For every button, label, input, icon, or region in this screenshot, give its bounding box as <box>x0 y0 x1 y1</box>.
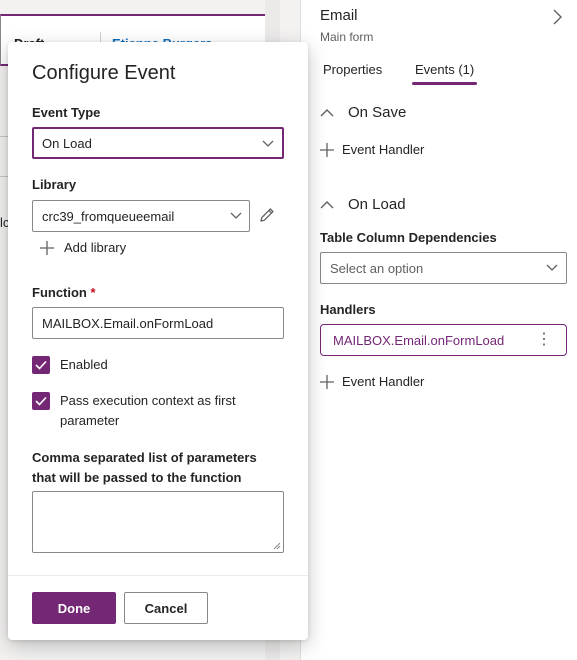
on-save-heading: On Save <box>348 104 407 121</box>
add-event-handler-on-load[interactable]: Event Handler <box>320 374 424 389</box>
parameters-label: Comma separated list of parameters that … <box>32 450 257 485</box>
divider <box>0 136 8 137</box>
event-type-select[interactable]: On Load <box>32 127 284 159</box>
event-type-value: On Load <box>42 136 92 151</box>
on-load-heading: On Load <box>348 196 406 213</box>
chevron-down-icon <box>230 212 242 219</box>
configure-event-dialog: Configure Event Event Type On Load Libra… <box>8 42 308 640</box>
dependencies-label: Table Column Dependencies <box>320 230 497 245</box>
footer-divider <box>8 575 308 576</box>
handler-name: MAILBOX.Email.onFormLoad <box>333 333 505 348</box>
add-handler-label: Event Handler <box>342 374 425 389</box>
parameters-textarea[interactable] <box>32 491 284 553</box>
chevron-right-icon[interactable] <box>551 8 563 26</box>
dependencies-placeholder: Select an option <box>330 261 424 276</box>
handlers-label: Handlers <box>320 302 376 317</box>
pass-context-checkbox-row[interactable]: Pass execution context as first paramete… <box>32 391 260 431</box>
panel-title: Email <box>320 7 358 24</box>
panel-subtitle: Main form <box>320 30 374 44</box>
library-select[interactable]: crc39_fromqueueemail <box>32 200 250 232</box>
plus-icon <box>320 142 334 157</box>
chevron-down-icon <box>262 140 274 147</box>
library-label: Library <box>32 177 77 192</box>
chevron-up-icon <box>320 200 334 208</box>
enabled-checkbox-row[interactable]: Enabled <box>32 355 260 375</box>
event-type-label: Event Type <box>32 105 101 120</box>
function-label: Function * <box>32 285 96 300</box>
resize-handle-icon[interactable] <box>273 542 281 550</box>
chevron-down-icon <box>546 264 558 271</box>
done-button[interactable]: Done <box>32 592 116 624</box>
enabled-checkbox[interactable] <box>32 356 50 374</box>
enabled-label: Enabled <box>60 357 108 372</box>
function-value: MAILBOX.Email.onFormLoad <box>42 316 214 331</box>
library-value: crc39_fromqueueemail <box>42 209 175 224</box>
checkmark-icon <box>35 396 47 406</box>
dialog-title: Configure Event <box>32 62 176 84</box>
dependencies-select[interactable]: Select an option <box>320 252 567 284</box>
add-library-label: Add library <box>64 240 127 255</box>
edit-icon[interactable] <box>258 206 276 224</box>
add-library-button[interactable]: Add library <box>40 240 126 255</box>
cancel-button[interactable]: Cancel <box>124 592 208 624</box>
plus-icon <box>40 240 54 255</box>
checkmark-icon <box>35 360 47 370</box>
properties-panel: Email Main form Properties Events (1) On… <box>300 0 577 660</box>
add-handler-label: Event Handler <box>342 142 425 157</box>
required-marker: * <box>90 285 96 300</box>
tab-properties[interactable]: Properties <box>323 62 382 77</box>
on-load-section-header[interactable]: On Load <box>320 196 406 213</box>
plus-icon <box>320 374 334 389</box>
chevron-up-icon <box>320 108 334 116</box>
function-input[interactable]: MAILBOX.Email.onFormLoad <box>32 307 284 339</box>
on-save-section-header[interactable]: On Save <box>320 104 406 121</box>
add-event-handler-on-save[interactable]: Event Handler <box>320 142 424 157</box>
divider <box>0 176 8 177</box>
handler-item[interactable]: MAILBOX.Email.onFormLoad ⋮ <box>320 324 567 356</box>
pass-context-checkbox[interactable] <box>32 392 50 410</box>
more-options-icon[interactable]: ⋮ <box>536 332 552 348</box>
pass-context-label: Pass execution context as first paramete… <box>60 393 236 428</box>
active-tab-indicator <box>412 82 477 85</box>
tab-events[interactable]: Events (1) <box>415 62 474 77</box>
